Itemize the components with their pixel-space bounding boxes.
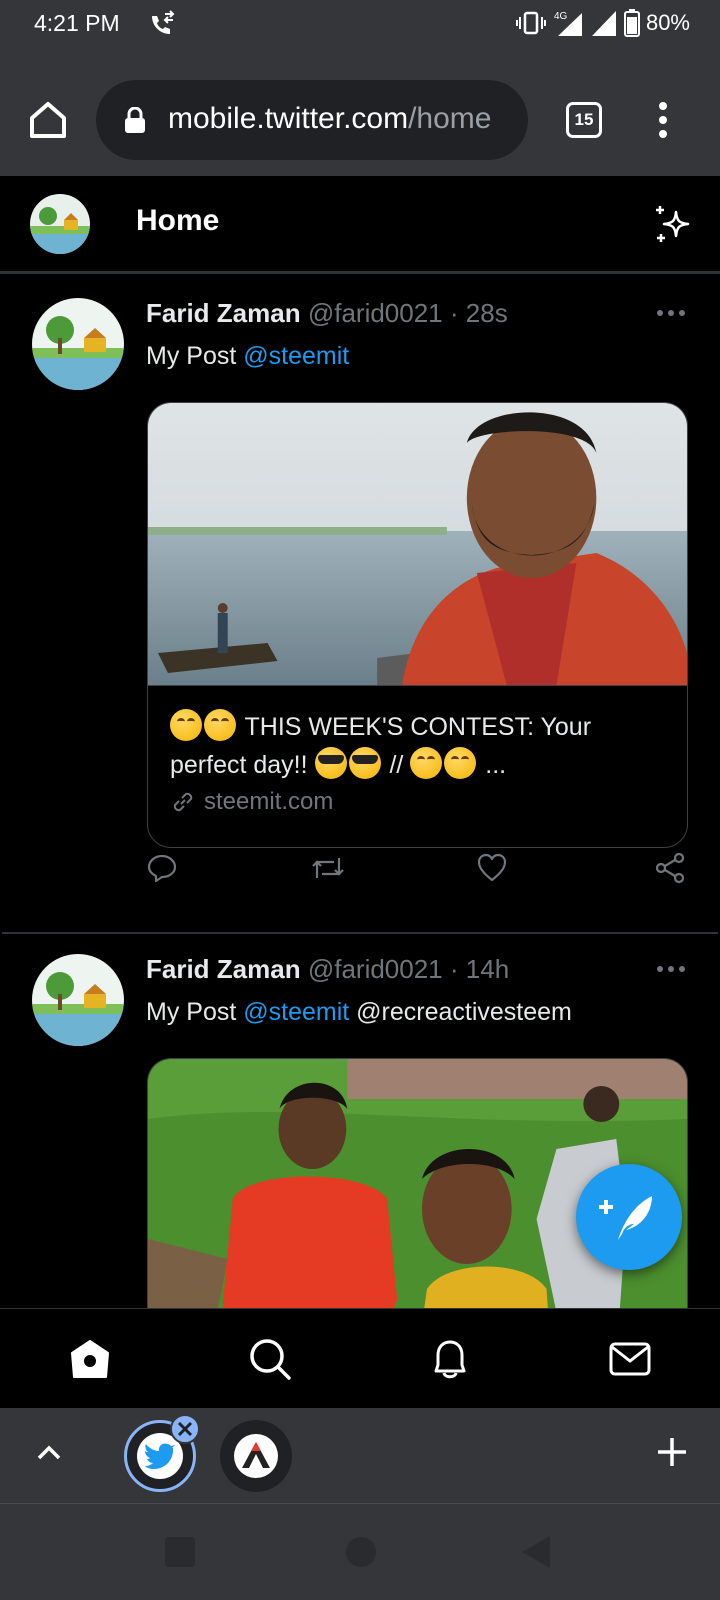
url-bar[interactable]: mobile.twitter.com/home [96, 80, 528, 160]
browser-home-icon[interactable] [26, 98, 70, 142]
tweet-separator: · [449, 954, 459, 984]
tweet-author-handle[interactable]: @farid0021 [308, 298, 443, 328]
url-host: mobile.twitter.com [168, 102, 409, 135]
tweet[interactable]: Farid Zaman @farid0021 · 28s My Post @st… [0, 276, 720, 934]
link-card[interactable]: THIS WEEK'S CONTEST: Your perfect day!! … [147, 402, 688, 848]
tweet-header: Farid Zaman @farid0021 · 28s [146, 298, 508, 329]
call-forward-icon [152, 10, 175, 34]
status-bar: 4:21 PM 4G 80% [0, 0, 720, 50]
timeline-feed[interactable]: Farid Zaman @farid0021 · 28s My Post @st… [0, 276, 720, 1308]
overflow-menu-icon[interactable] [648, 100, 678, 140]
tab-other-site[interactable] [220, 1420, 292, 1492]
tweet-time[interactable]: 28s [466, 298, 508, 328]
vibrate-icon [515, 11, 546, 35]
tweet-avatar[interactable] [32, 298, 124, 390]
twitter-header: Home [0, 176, 720, 274]
search-icon[interactable] [248, 1337, 292, 1381]
recent-apps-button[interactable] [165, 1537, 195, 1567]
tweet-actions [146, 852, 688, 892]
tweet-text-suffix: @recreactivesteem [349, 998, 572, 1026]
triangle-logo-icon [242, 1442, 270, 1468]
status-time: 4:21 PM [34, 10, 120, 36]
sunglasses-emoji-icon [314, 747, 347, 779]
card-domain-text: steemit.com [204, 788, 334, 815]
browser-toolbar: mobile.twitter.com/home 15 [0, 50, 720, 176]
signal-4g-icon: 4G [554, 11, 582, 36]
battery-percent: 80% [645, 10, 690, 35]
tweet-author-name[interactable]: Farid Zaman [146, 298, 301, 328]
more-options-icon[interactable] [656, 964, 686, 974]
tweet-mention[interactable]: @steemit [243, 998, 349, 1026]
reply-icon[interactable] [146, 852, 178, 884]
battery-icon [623, 9, 640, 37]
card-title-separator: // [382, 751, 411, 779]
tab-switcher-button[interactable]: 15 [566, 102, 602, 138]
url-text[interactable]: mobile.twitter.com/home [168, 102, 491, 136]
link-icon [173, 792, 193, 812]
page-title: Home [136, 204, 220, 237]
tweet-text: My Post @steemit @recreactivesteem [146, 998, 572, 1027]
compose-tweet-button[interactable] [576, 1164, 682, 1270]
profile-avatar[interactable] [30, 194, 90, 254]
card-image [148, 403, 687, 685]
chrome-tab-strip [0, 1408, 720, 1504]
signal-icon [591, 11, 616, 36]
smiling-hearts-emoji-icon [204, 709, 236, 741]
tweet-text-prefix: My Post [146, 998, 244, 1026]
system-navigation [0, 1504, 720, 1600]
card-title-ellipsis: ... [478, 751, 507, 779]
card-domain: steemit.com [170, 788, 665, 816]
retweet-icon[interactable] [310, 852, 346, 884]
like-icon[interactable] [476, 852, 508, 884]
close-icon [177, 1421, 193, 1437]
card-body: THIS WEEK'S CONTEST: Your perfect day!! … [148, 685, 687, 847]
more-options-icon[interactable] [656, 308, 686, 318]
tweet-separator: · [449, 298, 459, 328]
tweet-text-prefix: My Post [146, 342, 244, 370]
smiling-hearts-emoji-icon [170, 709, 202, 741]
bell-icon[interactable] [428, 1337, 472, 1381]
smiling-hearts-emoji-icon [444, 747, 477, 779]
home-icon[interactable] [68, 1337, 112, 1381]
card-title: THIS WEEK'S CONTEST: Your perfect day!! … [170, 708, 665, 784]
smiling-hearts-emoji-icon [410, 747, 443, 779]
chevron-up-icon[interactable] [34, 1438, 64, 1468]
sparkle-icon[interactable] [652, 204, 694, 246]
system-home-button[interactable] [346, 1537, 376, 1567]
tweet-header: Farid Zaman @farid0021 · 14h [146, 954, 509, 985]
tweet-avatar[interactable] [32, 954, 124, 1046]
status-icons: 4G 80% [515, 9, 690, 37]
tweet-author-name[interactable]: Farid Zaman [146, 954, 301, 984]
site-favicon [234, 1434, 278, 1478]
svg-text:4G: 4G [554, 11, 568, 22]
compose-tweet-icon [599, 1196, 652, 1240]
tweet-text: My Post @steemit [146, 342, 349, 371]
share-icon[interactable] [654, 852, 686, 884]
url-path: /home [408, 102, 492, 135]
system-back-button[interactable] [522, 1536, 550, 1568]
bottom-navigation [0, 1308, 720, 1408]
lock-icon [125, 107, 145, 133]
tweet-author-handle[interactable]: @farid0021 [308, 954, 443, 984]
tweet-time[interactable]: 14h [466, 954, 509, 984]
tweet-mention[interactable]: @steemit [243, 342, 349, 370]
mail-icon[interactable] [608, 1337, 652, 1381]
close-tab-button[interactable] [170, 1414, 200, 1444]
new-tab-icon[interactable] [656, 1436, 688, 1468]
sunglasses-emoji-icon [348, 747, 381, 779]
